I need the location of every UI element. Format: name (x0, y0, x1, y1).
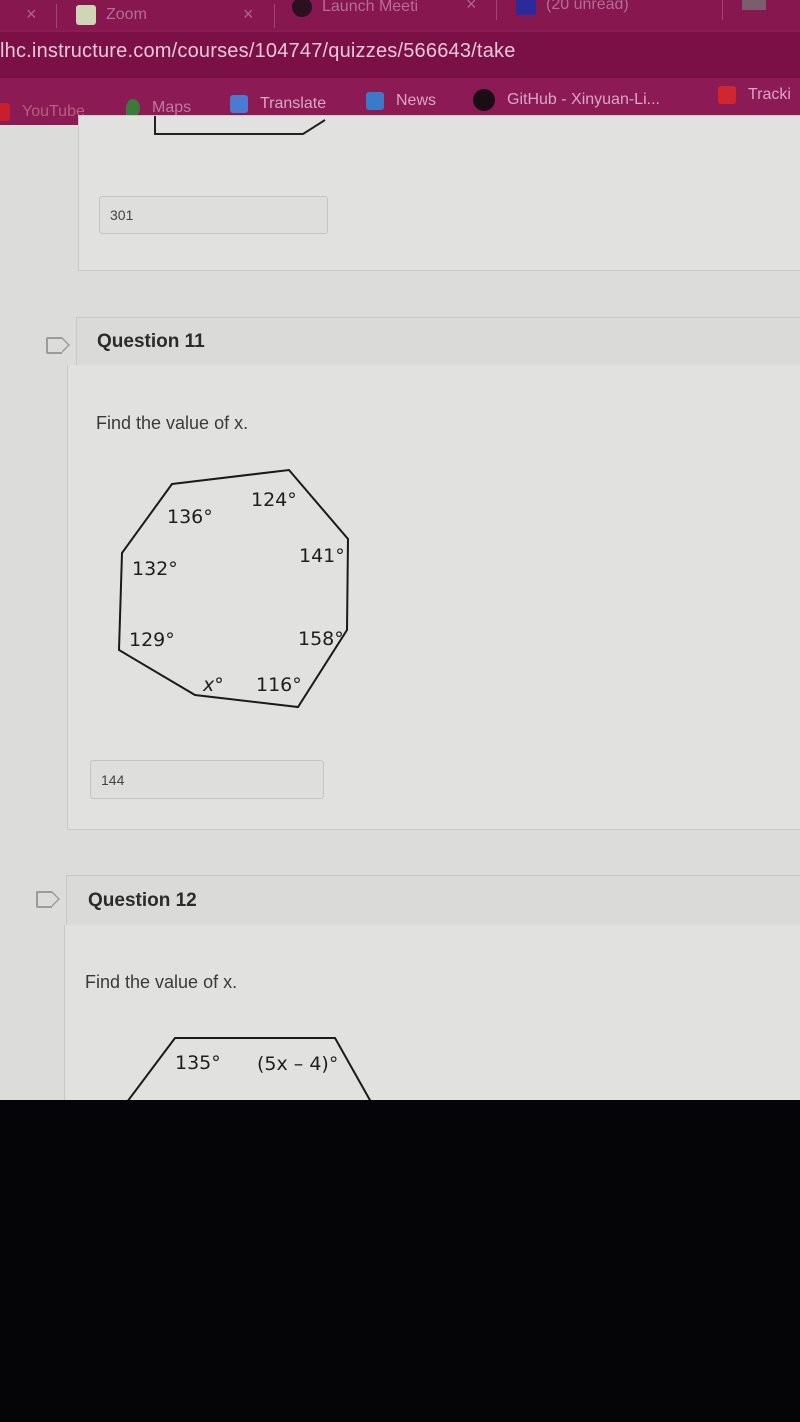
mail-favicon-icon (516, 0, 536, 15)
profile-favicon-icon (742, 0, 766, 10)
flag-question-icon[interactable] (46, 337, 70, 354)
octagon-figure: 124° 136° 132° 141° 129° 158° x° 116° (117, 468, 350, 709)
angle-label: 129° (129, 629, 175, 651)
tab-label: Launch Meeti (322, 0, 419, 15)
angle-label: 116° (256, 674, 302, 696)
tab-mail[interactable]: (20 unread) (516, 0, 629, 20)
angle-label: 141° (299, 545, 345, 567)
polygon-figure: 135° (5x – 4)° (126, 1037, 372, 1103)
news-icon (366, 92, 384, 110)
bookmark-label: YouTube (22, 103, 85, 120)
tab-separator (56, 4, 57, 28)
angle-label: (5x – 4)° (257, 1053, 338, 1075)
octagon-outline (117, 468, 350, 709)
angle-label: 124° (251, 489, 297, 511)
previous-figure-outline (154, 116, 326, 135)
translate-icon (230, 95, 248, 113)
tracking-icon (718, 86, 736, 104)
tab-launch-meeting[interactable]: Launch Meeti (292, 0, 418, 22)
question-12-header: Question 12 (66, 875, 800, 927)
tab-close-button[interactable]: × (26, 4, 37, 25)
flag-question-icon[interactable] (36, 891, 60, 908)
youtube-icon (0, 103, 10, 121)
bookmark-label: News (396, 92, 437, 109)
url-text[interactable]: lhc.instructure.com/courses/104747/quizz… (0, 40, 516, 63)
github-icon (473, 89, 495, 111)
previous-question-panel: 301 (78, 115, 800, 271)
bookmark-label: GitHub - Xinyuan-Li... (507, 91, 660, 108)
monitor-bezel (0, 1100, 800, 1422)
globe-favicon-icon (292, 0, 312, 17)
bookmark-label: Tracki (748, 86, 791, 103)
angle-label: x° (202, 674, 224, 696)
tab-zoom[interactable]: Zoom (76, 0, 147, 30)
tab-close-button[interactable]: × (243, 4, 254, 25)
question-12-body: Find the value of x. 135° (5x – 4)° (64, 925, 800, 1126)
previous-figure (154, 116, 326, 135)
angle-label: 132° (132, 558, 178, 580)
question-title: Question 12 (88, 890, 197, 911)
angle-label: 158° (298, 628, 344, 650)
question-prompt: Find the value of x. (96, 413, 249, 433)
answer-input[interactable]: 144 (90, 760, 324, 799)
quiz-page: 301 Question 11 Find the value of x. 124… (0, 115, 800, 1126)
bookmark-translate[interactable]: Translate (230, 95, 326, 113)
question-11-header: Question 11 (76, 317, 800, 367)
zoom-favicon-icon (76, 5, 96, 25)
tab-label: Zoom (106, 6, 147, 23)
angle-label: 135° (175, 1052, 221, 1074)
tab-separator (274, 4, 275, 28)
bookmark-news[interactable]: News (366, 92, 436, 110)
tab-close-button[interactable]: × (466, 0, 477, 15)
question-11-body: Find the value of x. 124° 136° 132° 141°… (67, 365, 800, 830)
question-title: Question 11 (97, 331, 205, 352)
tab-separator (722, 0, 723, 20)
angle-label: 136° (167, 506, 213, 528)
bookmark-label: Translate (260, 95, 327, 112)
bookmark-tracking[interactable]: Tracki (718, 86, 791, 104)
tab-label: (20 unread) (546, 0, 629, 13)
bookmark-github[interactable]: GitHub - Xinyuan-Li... (473, 89, 660, 111)
question-prompt: Find the value of x. (85, 972, 238, 992)
tab-separator (496, 0, 497, 20)
bookmark-youtube[interactable]: YouTube (0, 103, 85, 121)
answer-input[interactable]: 301 (99, 196, 328, 234)
